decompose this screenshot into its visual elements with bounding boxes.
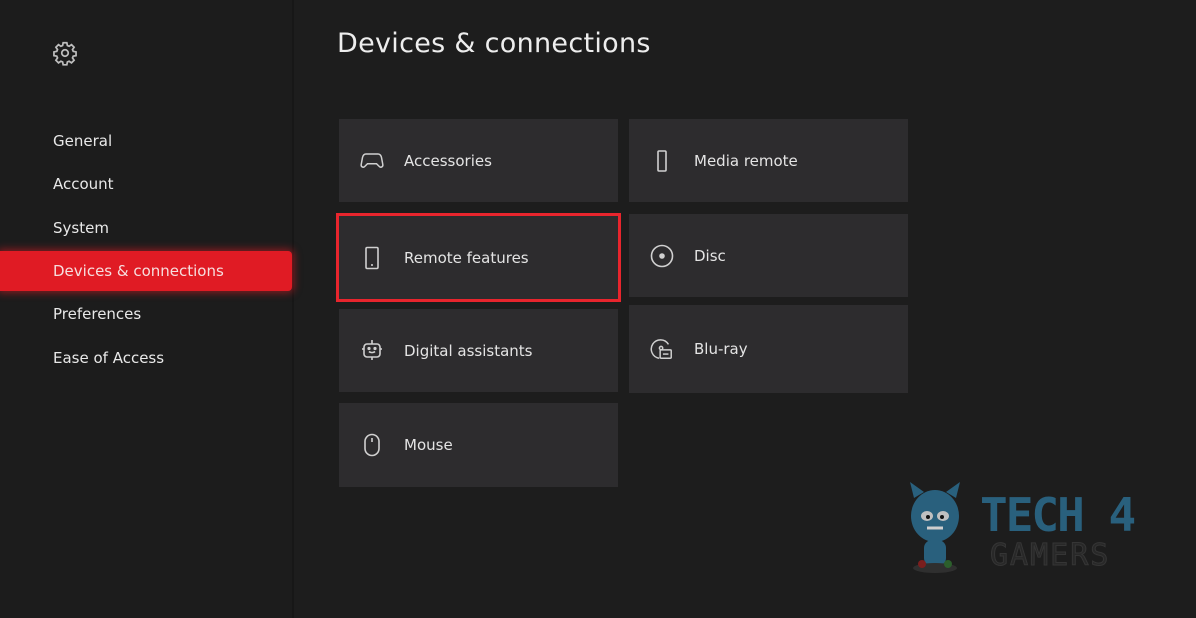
tile-remote-features[interactable]: Remote features [336,213,621,302]
tile-blu-ray[interactable]: Blu-ray [629,305,908,393]
sidebar-item-ease-of-access[interactable]: Ease of Access [0,338,292,378]
tile-digital-assistants[interactable]: Digital assistants [339,309,618,392]
tile-label: Media remote [694,151,798,170]
tile-label: Remote features [404,248,529,267]
tile-label: Blu-ray [694,340,748,358]
sidebar-item-preferences[interactable]: Preferences [0,294,292,334]
tile-label: Accessories [404,151,492,170]
mouse-icon [360,433,384,457]
watermark-logo: TECH 4 GAMERS [895,478,1190,578]
watermark-line1: TECH 4 [980,488,1136,542]
phone-icon [360,246,384,270]
sidebar-item-account[interactable]: Account [0,164,292,204]
sidebar-item-label: General [53,132,113,150]
bluray-icon [650,337,674,361]
gamepad-icon [360,149,384,173]
sidebar-item-label: Preferences [53,305,142,323]
sidebar-item-label: Devices & connections [53,262,224,280]
mascot-icon [910,482,960,573]
sidebar-item-label: Account [53,175,114,193]
gear-icon [53,41,77,66]
sidebar: General Account System Devices & connect… [0,0,294,618]
tile-accessories[interactable]: Accessories [339,119,618,202]
sidebar-item-system[interactable]: System [0,208,292,248]
tile-label: Mouse [404,436,453,454]
page-title: Devices & connections [337,28,651,59]
sidebar-item-general[interactable]: General [0,121,292,161]
sidebar-item-label: Ease of Access [53,349,165,367]
robot-icon [360,339,384,363]
sidebar-item-label: System [53,219,109,237]
tile-label: Digital assistants [404,341,533,360]
remote-icon [650,149,674,173]
disc-icon [650,244,674,268]
sidebar-item-devices-connections[interactable]: Devices & connections [0,251,292,291]
tile-disc[interactable]: Disc [629,214,908,297]
tile-mouse[interactable]: Mouse [339,403,618,487]
tile-media-remote[interactable]: Media remote [629,119,908,202]
tile-label: Disc [694,246,726,265]
watermark-line2: GAMERS [989,538,1111,574]
